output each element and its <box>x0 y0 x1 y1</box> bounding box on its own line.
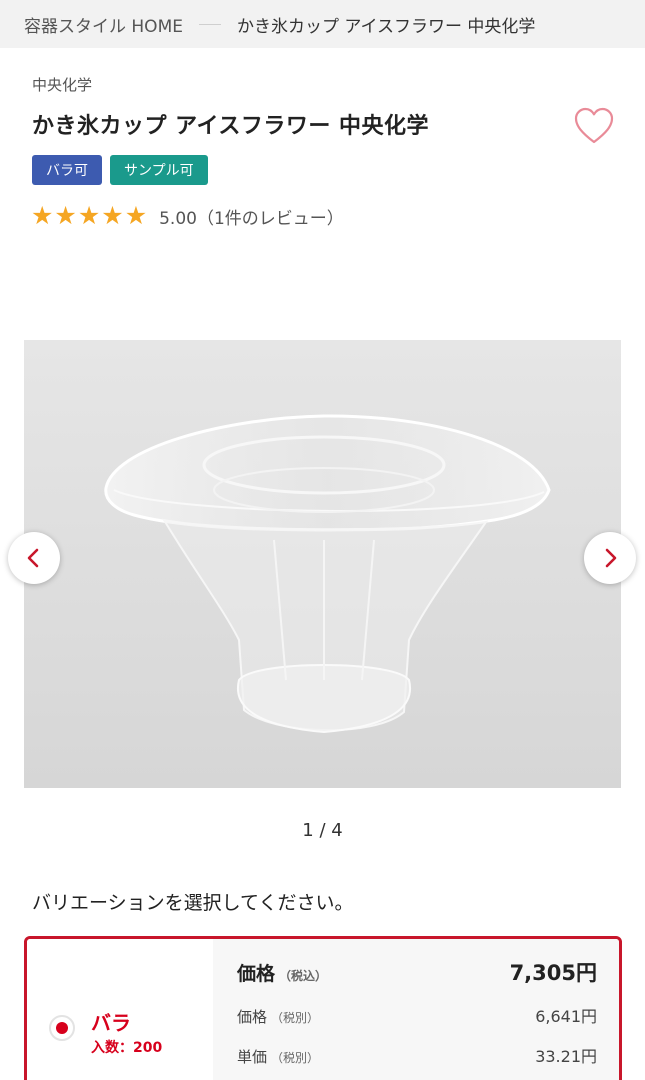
variation-option-selector[interactable]: バラ 入数：200 <box>27 939 213 1080</box>
variation-quantity: 入数：200 <box>91 1040 163 1056</box>
gallery-prev-button[interactable] <box>8 532 60 584</box>
variation-prices: 価格 （税込） 7,305円 価格 （税別） 6,641円 単価 （税別） 33.21… <box>213 939 619 1080</box>
star-icon: ★ <box>31 201 54 230</box>
rating-text: 5.00（1件のレビュー） <box>159 208 344 229</box>
gallery-next-button[interactable] <box>584 532 636 584</box>
chevron-left-icon <box>27 548 39 568</box>
price-tax-in-row: 価格 （税込） 7,305円 <box>237 957 597 987</box>
price-tax-ex-label: 価格 （税別） <box>237 1008 320 1026</box>
star-icon: ★ <box>77 201 101 230</box>
product-title: かき氷カップ アイスフラワー 中央化学 <box>32 114 430 139</box>
badge-sample-ok: サンプル可 <box>110 155 208 185</box>
gallery-counter: 1 / 4 <box>302 820 343 841</box>
price-tax-ex-row: 価格 （税別） 6,641円 <box>237 1003 597 1027</box>
variation-option-bara[interactable]: バラ 入数：200 価格 （税込） 7,305円 価格 （税別） 6,641円 単価… <box>24 936 622 1080</box>
breadcrumb-home-link[interactable]: 容器スタイル HOME <box>24 12 183 37</box>
price-tax-ex: 6,641円 <box>535 1007 597 1026</box>
badge-group: バラ可 サンプル可 <box>32 155 208 185</box>
unit-price: 33.21円 <box>535 1047 597 1066</box>
heart-outline-icon <box>574 107 614 144</box>
breadcrumb: 容器スタイル HOME かき氷カップ アイスフラワー 中央化学 <box>0 0 645 48</box>
variation-name: バラ <box>91 1011 131 1035</box>
star-icon: ★ <box>101 201 124 230</box>
star-icon: ★ <box>54 201 77 230</box>
star-icon: ★ <box>124 201 148 230</box>
variation-prompt: バリエーションを選択してください。 <box>32 892 354 914</box>
chevron-right-icon <box>605 548 617 568</box>
rating[interactable]: ★ ★ ★ ★ ★ 5.00（1件のレビュー） <box>31 203 344 229</box>
price-tax-in: 7,305円 <box>509 961 597 985</box>
unit-price-row: 単価 （税別） 33.21円 <box>237 1043 597 1067</box>
product-maker[interactable]: 中央化学 <box>32 74 92 95</box>
price-tax-in-label: 価格 （税込） <box>237 963 328 985</box>
badge-bulk-ok: バラ可 <box>32 155 102 185</box>
ice-cup-photo <box>24 340 621 788</box>
breadcrumb-separator <box>198 23 221 25</box>
unit-price-label: 単価 （税別） <box>237 1048 320 1066</box>
rating-stars: ★ ★ ★ ★ ★ <box>31 203 147 229</box>
favorite-button[interactable] <box>573 106 615 146</box>
product-image[interactable] <box>24 340 621 788</box>
variation-radio[interactable] <box>49 1015 75 1041</box>
breadcrumb-current: かき氷カップ アイスフラワー 中央化学 <box>236 16 536 37</box>
